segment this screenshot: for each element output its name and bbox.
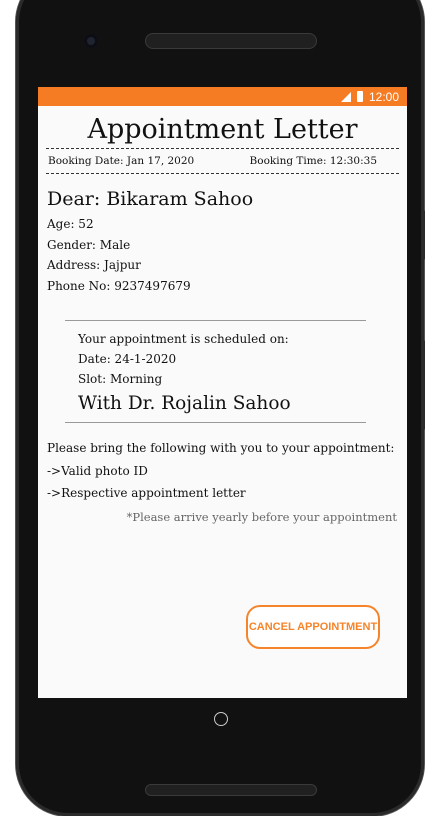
home-button-icon[interactable] [214, 712, 228, 726]
camera-icon [84, 34, 98, 48]
list-item: ->Respective appointment letter [47, 486, 246, 500]
booking-date: Booking Date: Jan 17, 2020 [48, 155, 195, 167]
volume-button [421, 340, 425, 430]
bring-instructions: Please bring the following with you to y… [47, 441, 395, 455]
page-title: Appointment Letter [87, 114, 358, 145]
appointment-doctor: With Dr. Rojalin Sahoo [78, 393, 291, 414]
patient-details: Age: 52 Gender: Male Address: Jajpur Pho… [47, 214, 407, 296]
patient-gender: Gender: Male [47, 237, 131, 252]
arrival-note: *Please arrive yearly before your appoin… [126, 510, 397, 524]
speaker-grille [145, 33, 317, 49]
battery-icon [356, 91, 363, 102]
patient-age: Age: 52 [47, 217, 94, 231]
booking-info: Booking Date: Jan 17, 2020 Booking Time:… [38, 149, 407, 173]
patient-address: Address: Jajpur [47, 258, 141, 272]
list-item: ->Valid photo ID [47, 464, 148, 478]
appointment-box: Your appointment is scheduled on: Date: … [65, 320, 366, 423]
appointment-scheduled: Your appointment is scheduled on: [78, 332, 289, 346]
signal-icon [340, 91, 351, 102]
required-items: ->Valid photo ID ->Respective appointmen… [38, 460, 407, 504]
status-time: 12:00 [368, 89, 399, 104]
patient-phone: Phone No: 9237497679 [47, 278, 191, 293]
appointment-slot: Slot: Morning [78, 372, 163, 386]
power-button [421, 210, 425, 260]
appointment-date: Date: 24-1-2020 [78, 352, 177, 366]
booking-time: Booking Time: 12:30:35 [249, 155, 377, 167]
patient-name: Dear: Bikaram Sahoo [47, 188, 254, 210]
status-bar: 12:00 [38, 87, 407, 106]
bottom-speaker [145, 784, 317, 796]
cancel-appointment-button[interactable]: CANCEL APPOINTMENT [246, 605, 380, 649]
divider [46, 173, 399, 174]
app-screen: 12:00 Appointment Letter Booking Date: J… [38, 87, 407, 698]
